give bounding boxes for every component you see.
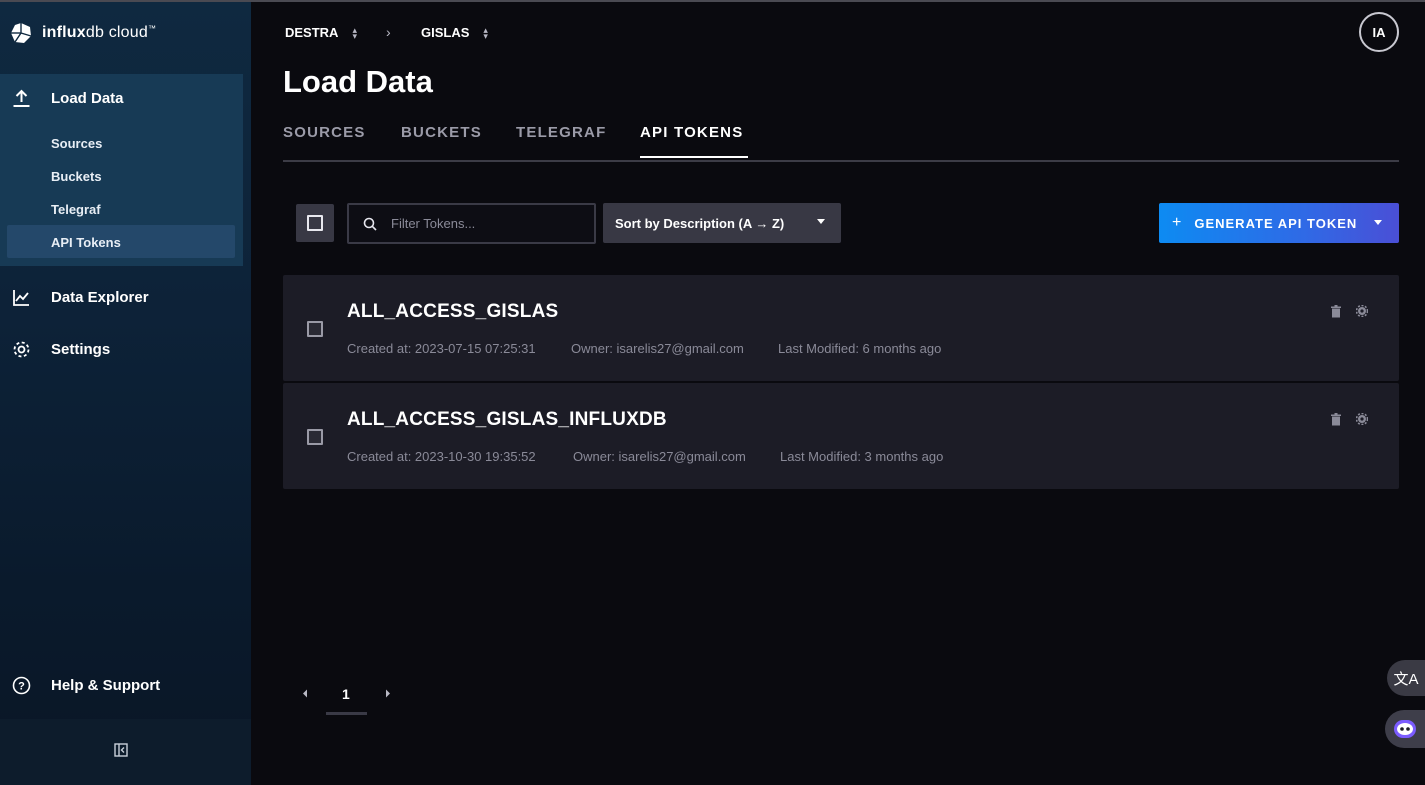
active-item-highlight — [7, 225, 235, 258]
current-page-indicator — [326, 712, 367, 715]
gear-icon[interactable] — [1356, 413, 1368, 425]
search-icon — [363, 217, 377, 231]
nav-item-label: Data Explorer — [51, 289, 149, 306]
sort-dropdown[interactable]: Sort by Description (A → Z) — [603, 203, 841, 243]
gear-icon — [12, 340, 31, 359]
token-last-modified: Last Modified: 3 months ago — [780, 449, 944, 464]
token-name[interactable]: ALL_ACCESS_GISLAS_INFLUXDB — [347, 409, 667, 431]
collapse-sidebar-icon[interactable] — [114, 743, 128, 762]
previous-page-icon[interactable] — [302, 689, 308, 698]
token-checkbox[interactable] — [307, 429, 323, 445]
token-created: Created at: 2023-10-30 19:35:52 — [347, 449, 536, 464]
trash-icon[interactable] — [1330, 413, 1342, 426]
org-switcher[interactable]: DESTRA ▴ ▾ — [285, 25, 357, 40]
token-name[interactable]: ALL_ACCESS_GISLAS — [347, 301, 558, 323]
generate-button-label: GENERATE API TOKEN — [1194, 215, 1358, 231]
active-tab-indicator — [640, 156, 748, 158]
sidebar-item-sources[interactable]: Sources — [51, 136, 102, 151]
updown-caret-icon: ▴ ▾ — [483, 24, 488, 41]
sidebar-item-buckets[interactable]: Buckets — [51, 169, 102, 184]
brand-logo[interactable]: influxdb cloud™ — [10, 22, 156, 44]
updown-caret-icon: ▴ ▾ — [352, 24, 357, 41]
influxdb-logo-icon — [11, 23, 32, 43]
next-page-icon[interactable] — [385, 689, 391, 698]
brand-name: influxdb cloud™ — [42, 24, 157, 41]
caret-down-icon[interactable] — [1374, 220, 1382, 225]
nav-item-label: Load Data — [51, 90, 124, 107]
bucket-switcher[interactable]: GISLAS ▴ ▾ — [421, 25, 488, 40]
sidebar-item-telegraf[interactable]: Telegraf — [51, 202, 101, 217]
tab-telegraf[interactable]: TELEGRAF — [516, 124, 606, 141]
filter-tokens-input[interactable] — [389, 215, 583, 232]
nav-item-label: Help & Support — [51, 677, 161, 694]
filter-tokens-search — [347, 203, 596, 244]
token-card: ALL_ACCESS_GISLAS Created at: 2023-07-15… — [283, 275, 1399, 381]
token-checkbox[interactable] — [307, 321, 323, 337]
nav-item-data-explorer[interactable]: Data Explorer — [12, 288, 149, 307]
tab-api-tokens[interactable]: API TOKENS — [640, 124, 743, 141]
checkbox-box — [307, 215, 323, 231]
trash-icon[interactable] — [1330, 305, 1342, 318]
svg-text:?: ? — [18, 681, 25, 693]
nav-group-load-data: Load Data Sources Buckets Telegraf API T… — [0, 74, 243, 266]
sort-label: Sort by Description (A → Z) — [615, 215, 785, 231]
tab-bar: SOURCES BUCKETS TELEGRAF API TOKENS — [283, 122, 1399, 162]
org-name: DESTRA — [285, 25, 339, 40]
generate-api-token-button[interactable]: + GENERATE API TOKEN — [1159, 203, 1399, 243]
token-created: Created at: 2023-07-15 07:25:31 — [347, 341, 536, 356]
nav-item-label: Settings — [51, 341, 111, 358]
chatbot-icon — [1394, 720, 1416, 738]
tab-sources[interactable]: SOURCES — [283, 124, 366, 141]
token-owner: Owner: isarelis27@gmail.com — [571, 341, 744, 356]
chevron-right-icon: › — [386, 24, 391, 40]
select-all-checkbox[interactable] — [296, 204, 334, 242]
gear-icon[interactable] — [1356, 305, 1368, 317]
page-number[interactable]: 1 — [342, 686, 350, 702]
nav-item-settings[interactable]: Settings — [12, 340, 110, 359]
nav-item-help[interactable]: ? Help & Support — [12, 676, 160, 695]
user-avatar[interactable]: IA — [1359, 12, 1399, 52]
token-owner: Owner: isarelis27@gmail.com — [573, 449, 746, 464]
sidebar: influxdb cloud™ Load Data Sources Bucket… — [0, 2, 251, 785]
bucket-name: GISLAS — [421, 25, 470, 40]
nav-item-load-data[interactable]: Load Data — [12, 89, 124, 108]
page-title: Load Data — [283, 64, 433, 99]
help-icon: ? — [12, 676, 31, 695]
translate-icon: 文A — [1393, 670, 1419, 688]
plus-icon: + — [1172, 214, 1183, 231]
line-chart-icon — [12, 288, 31, 307]
translate-button[interactable]: 文A — [1387, 660, 1425, 696]
assistant-button[interactable] — [1385, 710, 1425, 748]
upload-icon — [12, 89, 31, 108]
tab-buckets[interactable]: BUCKETS — [401, 124, 482, 141]
token-card: ALL_ACCESS_GISLAS_INFLUXDB Created at: 2… — [283, 383, 1399, 489]
caret-down-icon — [817, 219, 825, 224]
sidebar-item-api-tokens[interactable]: API Tokens — [51, 235, 121, 250]
token-last-modified: Last Modified: 6 months ago — [778, 341, 942, 356]
